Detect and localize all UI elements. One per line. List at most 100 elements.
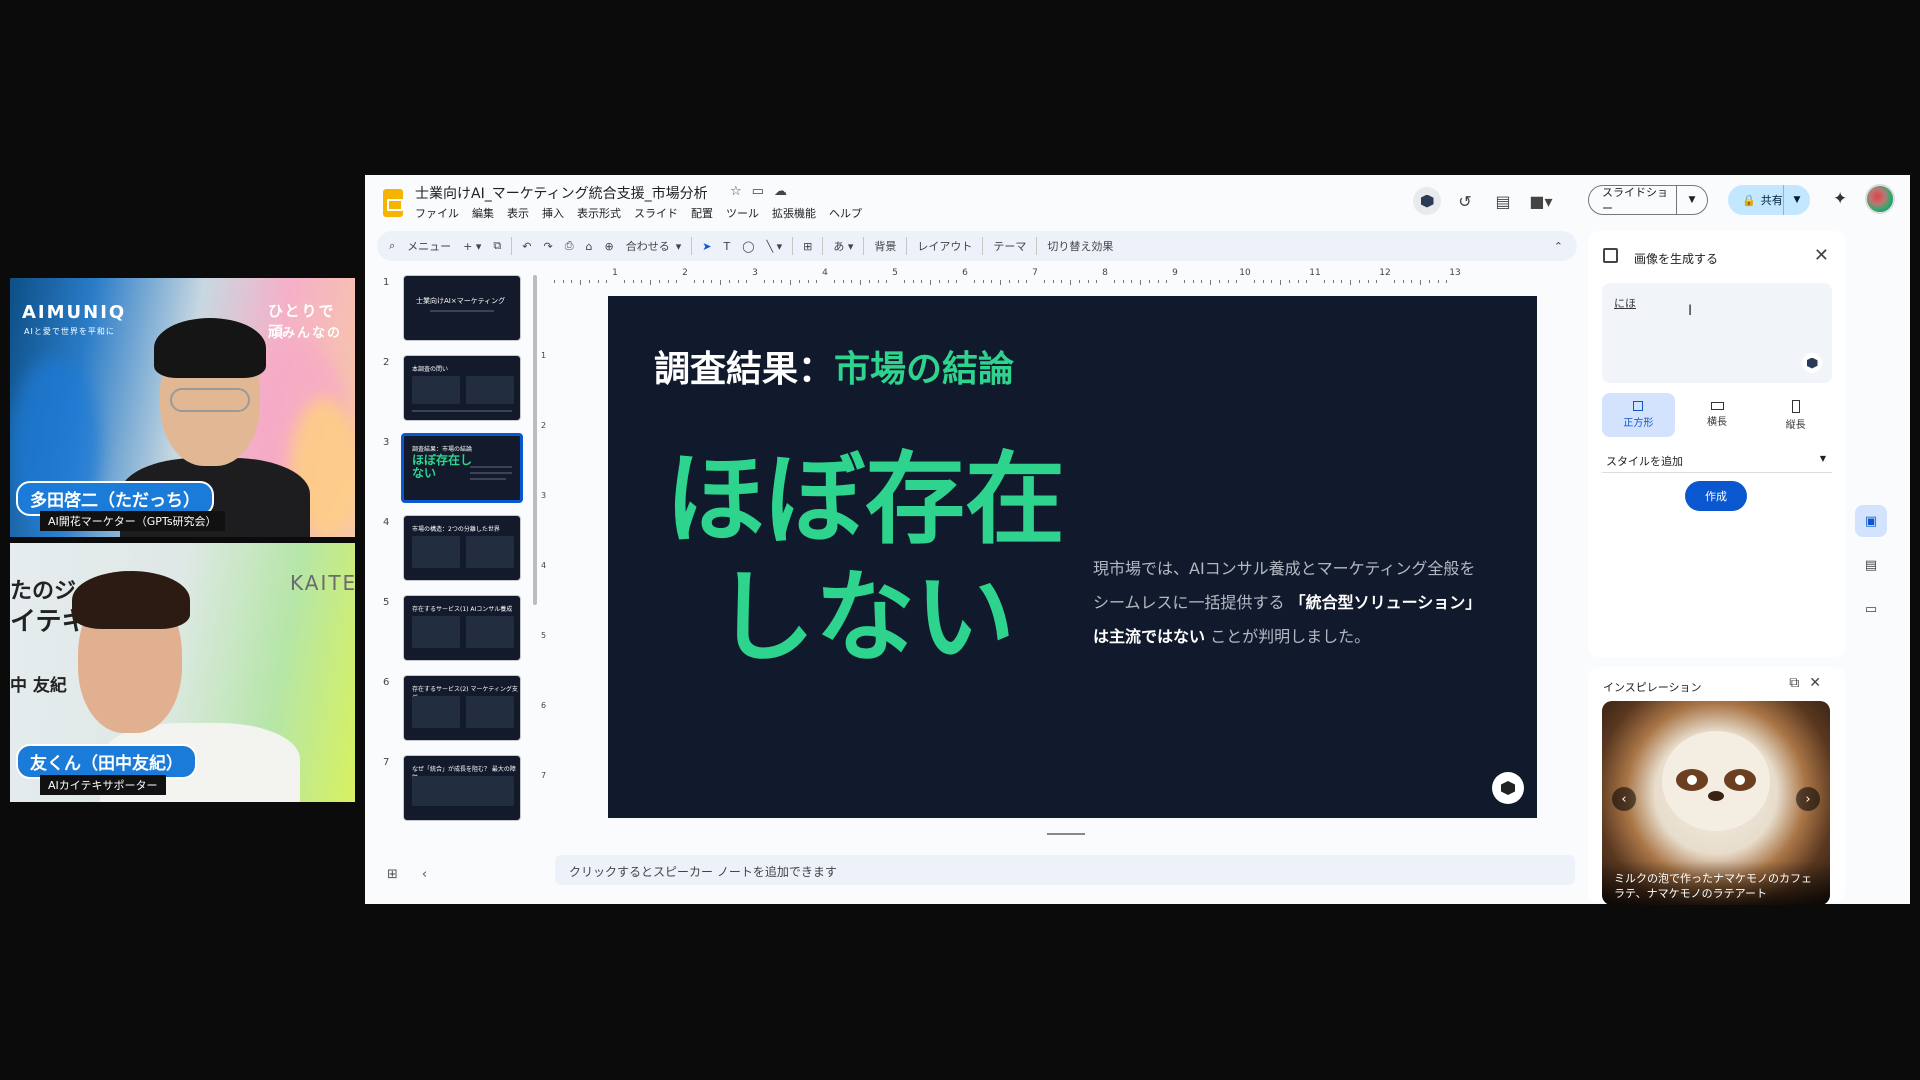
transition-button[interactable]: 切り替え効果: [1041, 238, 1119, 254]
import-icon[interactable]: ⧉: [487, 239, 507, 253]
select-cursor-icon[interactable]: ➤: [696, 240, 717, 253]
thumbnail-slide-7[interactable]: なぜ「統合」が成長を阻む？ 最大の障壁: [403, 755, 521, 821]
zoom-select[interactable]: 合わせる: [620, 238, 676, 254]
slide-body-text[interactable]: 現市場では、AIコンサル養成とマーケティング全般をシームレスに一括提供する 「統…: [1093, 552, 1483, 654]
image-generate-rail-icon[interactable]: ▣: [1855, 505, 1887, 537]
grid-view-icon[interactable]: ⊞: [387, 867, 422, 882]
slide-thumbnails: 1 士業向けAI×マーケティング 2 本調査の問い 3 調査結果：市場の結論 ほ…: [365, 275, 525, 855]
image-prompt-input[interactable]: にほ I: [1602, 283, 1832, 383]
account-avatar[interactable]: [1865, 184, 1895, 214]
ruler-tick: [1297, 280, 1299, 283]
input-tools-icon[interactable]: あ ▾: [827, 238, 859, 254]
undo-icon[interactable]: ↶: [516, 240, 537, 253]
ruler-tick: [650, 280, 651, 285]
slides-logo-icon[interactable]: [383, 189, 403, 217]
create-button[interactable]: 作成: [1685, 481, 1747, 511]
menu-slide[interactable]: スライド: [634, 205, 678, 221]
ruler-number: 7: [1032, 268, 1038, 278]
title-bar: 士業向けAI_マーケティング統合支援_市場分析 ☆▭☁ ファイル 編集 表示 挿…: [365, 175, 1910, 235]
thumbnail-slide-3[interactable]: 調査結果：市場の結論 ほぼ存在しない: [401, 433, 523, 503]
menu-arrange[interactable]: 配置: [691, 205, 713, 221]
slideshow-button[interactable]: スライドショー ▼: [1588, 185, 1708, 215]
comment-add-icon[interactable]: ⊞: [797, 240, 818, 253]
chevron-down-icon[interactable]: ▾: [670, 240, 688, 253]
background-button[interactable]: 背景: [868, 238, 902, 254]
prev-arrow-icon[interactable]: ‹: [1612, 787, 1636, 811]
close-icon[interactable]: ✕: [1809, 675, 1831, 691]
glasses: [170, 388, 250, 412]
thumbnail-slide-4[interactable]: 市場の構造：2つの分離した世界: [403, 515, 521, 581]
gemini-badge-icon[interactable]: [1492, 772, 1524, 804]
comments-icon[interactable]: ▤: [1489, 187, 1517, 215]
ruler-tick: [1183, 280, 1185, 283]
folder-icon[interactable]: ▭: [752, 184, 774, 199]
cloud-icon[interactable]: ☁: [774, 184, 797, 199]
aspect-square-option[interactable]: 正方形: [1602, 393, 1675, 437]
menu-tools[interactable]: ツール: [726, 205, 759, 221]
ruler-tick: [1210, 280, 1211, 285]
zoom-icon[interactable]: ⊕: [599, 240, 620, 253]
ruler-tick: [737, 280, 739, 283]
menu-format[interactable]: 表示形式: [577, 205, 621, 221]
slide-canvas[interactable]: 調査結果：市場の結論 ほぼ存在 しない 現市場では、AIコンサル養成とマーケティ…: [608, 296, 1537, 818]
prompt-value: にほ: [1614, 297, 1636, 310]
folder-rail-icon[interactable]: ▭: [1855, 593, 1887, 625]
paint-format-icon[interactable]: ⌂: [580, 240, 599, 253]
ruler-tick: [1166, 280, 1168, 283]
menu-extensions[interactable]: 拡張機能: [772, 205, 816, 221]
thumbnail-slide-2[interactable]: 本調査の問い: [403, 355, 521, 421]
style-select[interactable]: スタイルを追加 ▼: [1602, 445, 1832, 473]
layout-button[interactable]: レイアウト: [911, 238, 978, 254]
aspect-landscape-option[interactable]: 横長: [1681, 393, 1754, 437]
slide-headline[interactable]: ほぼ存在 しない: [660, 441, 1070, 677]
inspiration-image[interactable]: ‹ › ミルクの泡で作ったナマケモノのカフェラテ、ナマケモノのラテアート: [1602, 701, 1830, 905]
new-slide-icon[interactable]: + ▾: [457, 240, 487, 253]
thumb-title: 本調査の問い: [412, 366, 449, 373]
slide-title[interactable]: 調査結果：市場の結論: [654, 340, 1014, 392]
menu-search[interactable]: メニュー: [401, 238, 457, 254]
text-box-icon[interactable]: T: [717, 240, 736, 253]
ruler-tick: [991, 280, 993, 283]
copy-icon[interactable]: ⧉: [1789, 675, 1809, 691]
gemini-helper-icon[interactable]: [1802, 353, 1822, 373]
collapse-toolbar-icon[interactable]: ⌃: [1548, 240, 1577, 253]
close-icon[interactable]: ✕: [1814, 245, 1829, 266]
meet-camera-icon[interactable]: ■▾: [1527, 187, 1555, 215]
notes-resize-handle[interactable]: [1047, 833, 1085, 835]
chevron-down-icon[interactable]: ▼: [1784, 195, 1810, 205]
menu-insert[interactable]: 挿入: [542, 205, 564, 221]
gemini-extension-icon[interactable]: [1413, 187, 1441, 215]
menu-edit[interactable]: 編集: [472, 205, 494, 221]
line-icon[interactable]: ╲ ▾: [761, 240, 789, 253]
next-arrow-icon[interactable]: ›: [1796, 787, 1820, 811]
ruler-tick: [886, 280, 888, 283]
thumbnail-scrollbar[interactable]: [533, 275, 537, 605]
menu-view[interactable]: 表示: [507, 205, 529, 221]
thumbnail-slide-5[interactable]: 存在するサービス(1) AIコンサル養成: [403, 595, 521, 661]
share-button[interactable]: 🔒 共有 ▼: [1728, 185, 1810, 215]
image-generate-icon: [1603, 248, 1618, 263]
theme-button[interactable]: テーマ: [987, 238, 1032, 254]
collapse-panel-icon[interactable]: ‹: [422, 867, 451, 882]
thumb-number: 1: [383, 277, 390, 288]
gemini-sparkle-icon[interactable]: ✦: [1833, 189, 1847, 209]
chevron-down-icon[interactable]: ▼: [1677, 195, 1707, 205]
aspect-portrait-option[interactable]: 縦長: [1759, 393, 1832, 437]
thumbnail-slide-6[interactable]: 存在するサービス(2) マーケティング支援: [403, 675, 521, 741]
ruler-tick: [973, 280, 975, 283]
document-title[interactable]: 士業向けAI_マーケティング統合支援_市場分析: [415, 183, 708, 203]
shape-icon[interactable]: ◯: [736, 240, 760, 253]
print-icon[interactable]: ⎙: [559, 239, 580, 253]
menu-help[interactable]: ヘルプ: [829, 205, 862, 221]
slideshow-label: スライドショー: [1589, 186, 1677, 215]
history-icon[interactable]: ↺: [1451, 187, 1479, 215]
add-image-rail-icon[interactable]: ▤: [1855, 549, 1887, 581]
thumbnail-slide-1[interactable]: 士業向けAI×マーケティング: [403, 275, 521, 341]
ruler-tick: [1113, 280, 1115, 283]
ruler-tick: [667, 280, 669, 283]
redo-icon[interactable]: ↷: [538, 240, 559, 253]
search-icon[interactable]: ⌕: [377, 239, 401, 253]
menu-file[interactable]: ファイル: [415, 205, 459, 221]
star-icon[interactable]: ☆: [730, 184, 752, 199]
speaker-notes[interactable]: クリックするとスピーカー ノートを追加できます: [555, 855, 1575, 885]
